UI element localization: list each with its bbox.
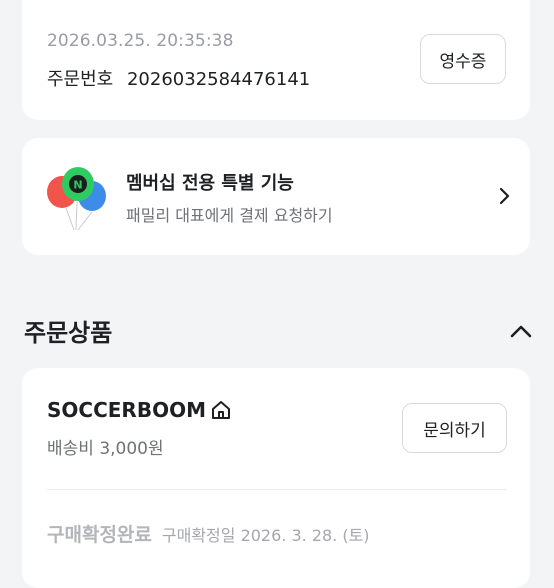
membership-title: 멤버십 전용 특별 기능 <box>126 173 294 194</box>
balloons-icon: N <box>47 167 106 231</box>
chevron-right-icon[interactable] <box>498 186 512 206</box>
product-card: SOCCERBOOM 배송비 3,000원 문의하기 구매확정완료 구매확정일 … <box>22 368 530 588</box>
purchase-confirm-date: 구매확정일 2026. 3. 28. (토) <box>161 526 370 545</box>
order-number-row: 주문번호 2026032584476141 <box>47 65 310 91</box>
balloon-badge-letter: N <box>73 179 82 192</box>
store-name-link[interactable]: SOCCERBOOM <box>47 398 232 422</box>
purchase-status-row: 구매확정완료 구매확정일 2026. 3. 28. (토) <box>47 520 370 547</box>
divider <box>47 489 507 490</box>
order-number-label: 주문번호 <box>47 69 114 90</box>
inquiry-button[interactable]: 문의하기 <box>402 403 507 453</box>
store-name: SOCCERBOOM <box>47 398 206 422</box>
purchase-status: 구매확정완료 <box>47 524 152 546</box>
order-datetime: 2026.03.25. 20:35:38 <box>47 31 234 51</box>
membership-subtitle: 패밀리 대표에게 결제 요청하기 <box>126 206 333 225</box>
chevron-up-icon[interactable] <box>508 320 534 342</box>
order-number-value: 2026032584476141 <box>126 69 311 90</box>
order-info-card: 2026.03.25. 20:35:38 주문번호 20260325844761… <box>22 0 530 120</box>
membership-card[interactable]: N 멤버십 전용 특별 기능 패밀리 대표에게 결제 요청하기 <box>22 138 530 255</box>
section-title: 주문상품 <box>24 319 113 347</box>
receipt-button[interactable]: 영수증 <box>420 34 506 84</box>
home-icon <box>211 401 230 419</box>
shipping-fee: 배송비 3,000원 <box>47 439 164 459</box>
